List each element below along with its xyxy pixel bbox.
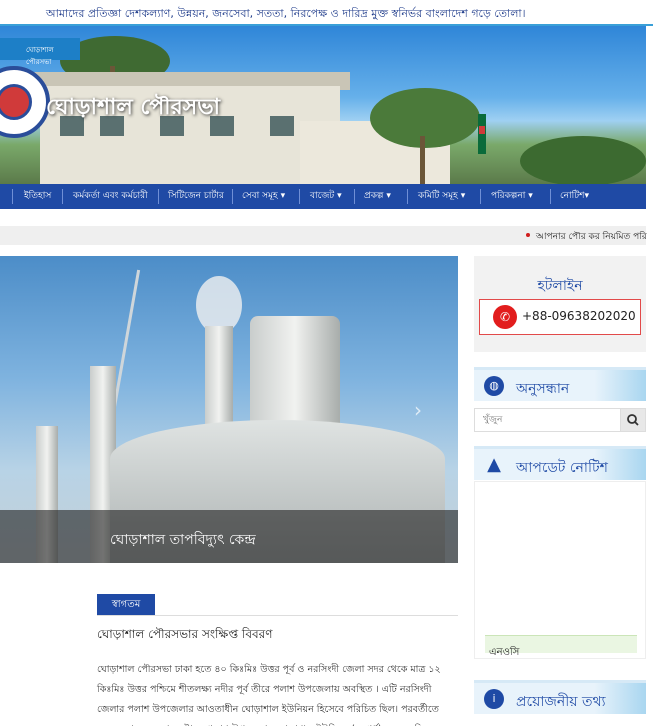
nav-item-citizen-charter[interactable]: সিটিজেন চার্টার	[168, 184, 224, 209]
caret-down-icon: ▾	[528, 191, 533, 201]
motto-text: আমাদের প্রতিজ্ঞা দেশকল্যাণ, উন্নয়ন, জনস…	[46, 7, 526, 20]
slide-caption: ঘোড়াশাল তাপবিদ্যুৎ কেন্দ্র	[110, 532, 256, 548]
welcome-tag: স্বাগতম	[97, 594, 155, 616]
info-icon: i	[484, 689, 504, 709]
image-slider[interactable]: › ঘোড়াশাল তাপবিদ্যুৎ কেন্দ্র	[0, 256, 458, 563]
search-widget-title: অনুসন্ধান	[516, 381, 570, 397]
notice-widget-header: ▲ আপডেট নোটিশ	[474, 446, 646, 480]
search-button[interactable]	[620, 409, 645, 431]
logo-emblem	[0, 84, 32, 120]
tree-graphic	[370, 88, 480, 148]
building-sign: ঘোড়াশাল পৌরসভা	[0, 38, 80, 66]
hotline-title: হটলাইন	[537, 278, 583, 294]
search-widget-header: ◍ অনুসন্ধান	[474, 367, 646, 401]
nav-item-committees[interactable]: কমিটি সমূহ ▾	[418, 184, 465, 209]
caret-down-icon: ▾	[280, 191, 286, 201]
tower-graphic	[250, 316, 340, 436]
caret-down-icon: ▾	[584, 191, 589, 201]
info-widget-title: প্রয়োজনীয় তথ্য	[516, 694, 606, 710]
header-banner: ঘোড়াশাল পৌরসভা ঘোড়াশাল পৌরসভা	[0, 26, 646, 184]
site-title[interactable]: ঘোড়াশাল পৌরসভা	[46, 90, 220, 127]
phone-icon: ✆	[493, 305, 517, 329]
bullet-icon	[526, 233, 530, 237]
notice-list: এনওসি	[474, 481, 646, 659]
tree-graphic	[520, 136, 646, 184]
ticker-text[interactable]: আপনার পৌর কর নিয়মিত পরি	[536, 229, 647, 244]
stack-graphic	[205, 326, 233, 436]
main-nav: ইতিহাস কর্মকর্তা এবং কর্মচারী সিটিজেন চা…	[0, 184, 646, 209]
notice-item[interactable]: এনওসি	[489, 645, 519, 662]
nav-item-planning[interactable]: পরিকল্পনা ▾	[491, 184, 533, 209]
intro-title: ঘোড়াশাল পৌরসভার সংক্ষিপ্ত বিবরণ	[97, 627, 273, 641]
news-ticker: আপনার পৌর কর নিয়মিত পরি	[0, 226, 647, 245]
caret-down-icon: ▾	[460, 191, 466, 201]
nav-item-services[interactable]: সেবা সমূহ ▾	[242, 184, 285, 209]
hotline-widget: হটলাইন ✆ +88-09638202020	[474, 256, 646, 352]
nav-item-notice[interactable]: নোটিশ▾	[560, 184, 589, 209]
flag-graphic	[478, 114, 486, 154]
nav-item-officials[interactable]: কর্মকর্তা এবং কর্মচারী	[73, 184, 148, 209]
hotline-box[interactable]: ✆ +88-09638202020	[479, 299, 641, 335]
info-widget-header: i প্রয়োজনীয় তথ্য	[474, 680, 646, 714]
globe-icon: ◍	[484, 376, 504, 396]
intro-body: ঘোড়াশাল পৌরসভা ঢাকা হতে ৪০ কিঃমিঃ উত্তর…	[97, 664, 441, 726]
nav-item-projects[interactable]: প্রকল্প ▾	[364, 184, 391, 209]
search-input[interactable]	[475, 409, 621, 431]
chevron-right-icon[interactable]: ›	[414, 398, 422, 422]
search-box	[474, 408, 646, 432]
search-icon	[627, 414, 639, 426]
hotline-number[interactable]: +88-09638202020	[522, 309, 636, 323]
divider	[97, 615, 458, 616]
notice-widget-title: আপডেট নোটিশ	[516, 460, 608, 476]
caret-down-icon: ▾	[386, 191, 391, 201]
caret-down-icon: ▾	[337, 191, 342, 201]
motto-bar: আমাদের প্রতিজ্ঞা দেশকল্যাণ, উন্নয়ন, জনস…	[0, 0, 653, 26]
slide-caption-bar: ঘোড়াশাল তাপবিদ্যুৎ কেন্দ্র	[0, 510, 458, 563]
nav-item-budget[interactable]: বাজেট ▾	[310, 184, 342, 209]
warning-icon: ▲	[487, 454, 501, 475]
nav-item-history[interactable]: ইতিহাস	[24, 184, 51, 209]
